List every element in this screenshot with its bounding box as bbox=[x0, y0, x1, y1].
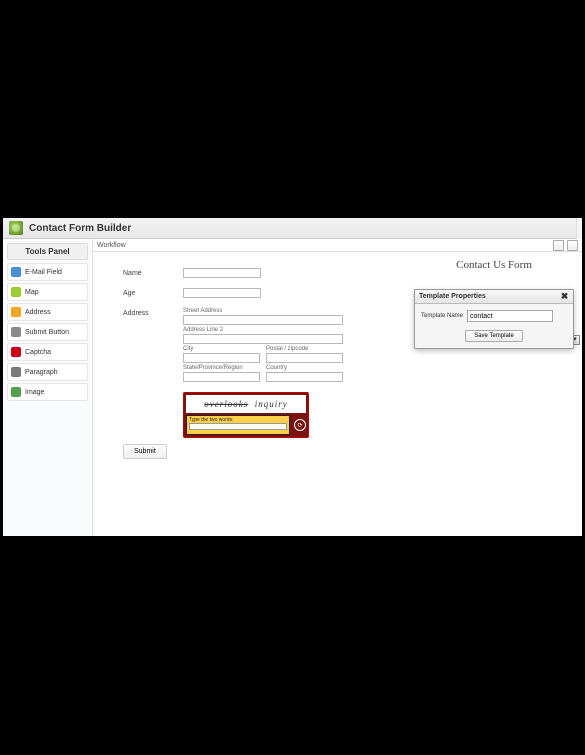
tool-item-label: Address bbox=[25, 309, 51, 316]
tools-panel-header: Tools Panel bbox=[7, 243, 88, 260]
app-logo-icon bbox=[9, 221, 23, 235]
city-label: City bbox=[183, 346, 260, 352]
tool-item-captcha[interactable]: Captcha bbox=[7, 343, 88, 361]
tool-item-image[interactable]: Image bbox=[7, 383, 88, 401]
captcha-word-2: inquiry bbox=[255, 399, 288, 409]
workflow-label: Workflow bbox=[97, 242, 126, 249]
captcha-input[interactable] bbox=[189, 423, 287, 430]
state-label: State/Province/Region bbox=[183, 365, 260, 371]
tool-item-label: Image bbox=[25, 389, 44, 396]
street-input[interactable] bbox=[183, 315, 343, 325]
form-canvas: Workflow Name Age bbox=[93, 239, 582, 536]
tool-item-paragraph[interactable]: Paragraph bbox=[7, 363, 88, 381]
captcha-widget: overlooks inquiry Type the two words: ⟳ bbox=[183, 392, 309, 438]
name-label: Name bbox=[123, 268, 183, 277]
save-template-button[interactable]: Save Template bbox=[465, 330, 523, 342]
line2-label: Address Line 2 bbox=[183, 327, 343, 333]
form-title: Contact Us Form bbox=[414, 259, 574, 271]
submit-button[interactable]: Submit bbox=[123, 444, 167, 459]
postal-label: Postal / zipcode bbox=[266, 346, 343, 352]
recaptcha-brand: ⟳ bbox=[294, 419, 306, 431]
workflow-action-a-icon[interactable] bbox=[553, 240, 564, 251]
app-window: Contact Form Builder Tools Panel E-Mail … bbox=[3, 218, 582, 535]
city-input[interactable] bbox=[183, 353, 260, 363]
template-name-input[interactable] bbox=[467, 310, 553, 322]
close-icon[interactable]: ✖ bbox=[560, 292, 569, 301]
tool-item-email[interactable]: E-Mail Field bbox=[7, 263, 88, 281]
postal-input[interactable] bbox=[266, 353, 343, 363]
tool-item-label: Submit Button bbox=[25, 329, 69, 336]
name-input[interactable] bbox=[183, 268, 261, 278]
image-icon bbox=[11, 387, 21, 397]
recaptcha-icon: ⟳ bbox=[294, 419, 306, 431]
age-label: Age bbox=[123, 288, 183, 297]
tool-item-label: Paragraph bbox=[25, 369, 58, 376]
tool-item-address[interactable]: Address bbox=[7, 303, 88, 321]
state-input[interactable] bbox=[183, 372, 260, 382]
titlebar: Contact Form Builder bbox=[3, 218, 582, 239]
country-label: Country bbox=[266, 365, 343, 371]
paragraph-icon bbox=[11, 367, 21, 377]
template-properties-dialog: Template Properties ✖ Template Name Save… bbox=[414, 289, 574, 349]
tool-item-submit[interactable]: Submit Button bbox=[7, 323, 88, 341]
tool-item-label: Map bbox=[25, 289, 39, 296]
line2-input[interactable] bbox=[183, 334, 343, 344]
app-title: Contact Form Builder bbox=[29, 223, 131, 234]
country-input[interactable] bbox=[266, 372, 343, 382]
street-label: Street Address bbox=[183, 308, 343, 314]
captcha-icon bbox=[11, 347, 21, 357]
map-icon bbox=[11, 287, 21, 297]
workflow-bar: Workflow bbox=[93, 239, 582, 252]
submit-icon bbox=[11, 327, 21, 337]
tool-item-label: Captcha bbox=[25, 349, 51, 356]
tool-item-map[interactable]: Map bbox=[7, 283, 88, 301]
captcha-word-1: overlooks bbox=[204, 399, 248, 409]
address-icon bbox=[11, 307, 21, 317]
template-name-label: Template Name bbox=[421, 313, 463, 319]
tools-panel: Tools Panel E-Mail Field Map Address Submit… bbox=[3, 239, 93, 536]
workflow-action-b-icon[interactable] bbox=[567, 240, 578, 251]
props-header: Template Properties bbox=[419, 293, 486, 300]
tool-item-label: E-Mail Field bbox=[25, 269, 62, 276]
captcha-challenge: overlooks inquiry bbox=[186, 395, 306, 413]
address-label: Address bbox=[123, 308, 183, 317]
age-input[interactable] bbox=[183, 288, 261, 298]
email-icon bbox=[11, 267, 21, 277]
